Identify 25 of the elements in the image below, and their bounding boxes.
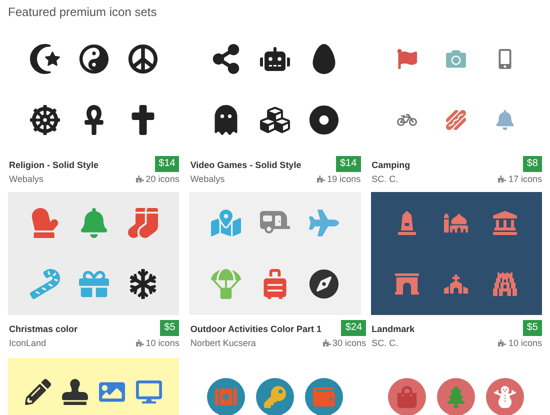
price-badge: $14 <box>336 156 361 172</box>
price-badge: $14 <box>154 156 180 172</box>
icon-count: 10 icons <box>508 337 542 350</box>
set-author[interactable]: Norbert Kucsera <box>190 336 322 350</box>
set-title[interactable]: Religion - Solid Style <box>9 158 99 172</box>
price-badge: $24 <box>341 320 366 336</box>
icon-count: 19 icons <box>327 173 361 186</box>
set-title[interactable]: Christmas color <box>9 322 78 336</box>
section-heading: Featured premium icon sets <box>8 4 158 21</box>
icon-count: 20 icons <box>146 173 180 186</box>
price-badge: $5 <box>160 320 180 336</box>
set-title[interactable]: Outdoor Activities Color Part 1 <box>190 322 322 336</box>
set-author[interactable]: IconLand <box>9 336 78 350</box>
set-author[interactable]: Webalys <box>9 172 99 186</box>
set-title[interactable]: Video Games - Solid Style <box>190 158 302 172</box>
price-badge: $8 <box>522 156 542 172</box>
price-badge: $5 <box>522 320 542 336</box>
set-title[interactable]: Camping <box>372 158 410 172</box>
icon-count: 17 icons <box>508 173 542 186</box>
set-author[interactable]: SC. C. <box>372 172 410 186</box>
icon-count: 10 icons <box>146 337 180 350</box>
icon-count: 30 icons <box>332 337 366 350</box>
set-title[interactable]: Landmark <box>372 322 415 336</box>
set-author[interactable]: SC. C. <box>372 336 415 350</box>
set-author[interactable]: Webalys <box>190 172 302 186</box>
